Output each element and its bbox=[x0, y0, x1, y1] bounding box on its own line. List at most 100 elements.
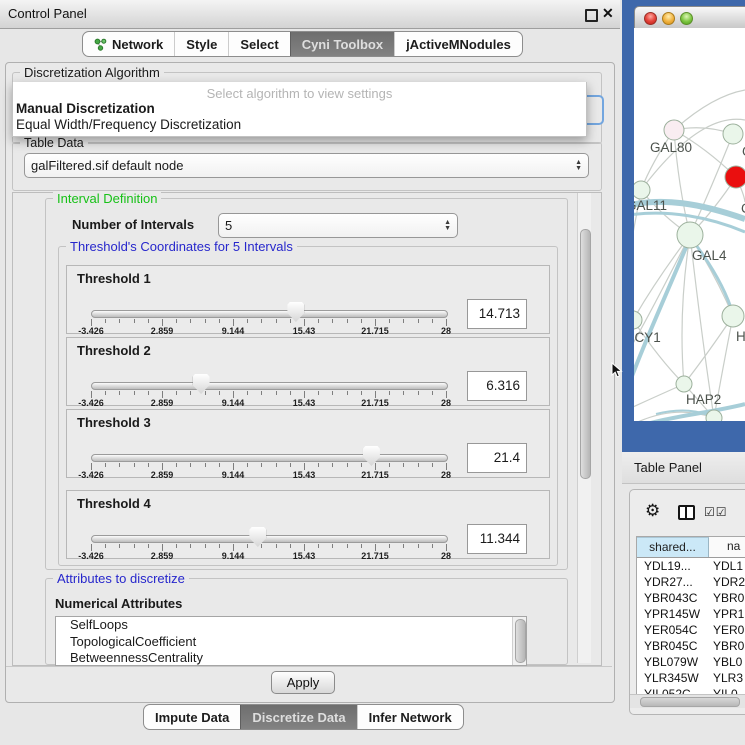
network-node[interactable] bbox=[676, 376, 692, 392]
vertical-scrollbar[interactable] bbox=[577, 193, 591, 663]
cell-shared-name[interactable]: YBL079W bbox=[644, 654, 698, 670]
scrollbar-thumb[interactable] bbox=[640, 697, 740, 707]
cell-name[interactable]: YBL0 bbox=[713, 654, 742, 670]
tick bbox=[332, 463, 333, 467]
tick bbox=[148, 319, 149, 323]
network-node-label: GAL11 bbox=[634, 198, 667, 213]
scrollbar-thumb[interactable] bbox=[515, 619, 526, 663]
close-traffic-light-icon[interactable] bbox=[644, 12, 657, 25]
columns-icon[interactable] bbox=[678, 505, 695, 520]
table-horizontal-scrollbar[interactable] bbox=[630, 694, 745, 708]
network-node[interactable] bbox=[723, 124, 743, 144]
threshold-slider-track[interactable] bbox=[91, 535, 448, 543]
network-edge-highlighted[interactable] bbox=[634, 238, 690, 398]
tick bbox=[347, 319, 348, 323]
network-edge[interactable] bbox=[634, 384, 684, 412]
dropdown-option-manual-discretization[interactable]: Manual Discretization bbox=[16, 101, 155, 116]
list-scrollbar[interactable] bbox=[512, 617, 526, 665]
network-node[interactable] bbox=[706, 410, 722, 421]
select-columns-checkboxes-icon[interactable]: ☑☑ bbox=[704, 505, 728, 519]
threshold-slider-track[interactable] bbox=[91, 382, 448, 390]
cell-shared-name[interactable]: YER054C bbox=[644, 622, 697, 638]
slider-thumb[interactable] bbox=[193, 374, 210, 394]
scrollbar-thumb[interactable] bbox=[580, 229, 591, 479]
network-node[interactable] bbox=[664, 120, 684, 140]
attribute-list-item[interactable]: TopologicalCoefficient bbox=[56, 634, 526, 651]
tab-style[interactable]: Style bbox=[174, 32, 228, 56]
tick bbox=[389, 544, 390, 548]
table-row[interactable]: YBL079W YBL0 bbox=[637, 654, 745, 670]
network-edge[interactable] bbox=[684, 316, 733, 384]
close-icon[interactable]: ✕ bbox=[602, 5, 614, 22]
network-canvas[interactable]: GAL80G.CGAL11GAL4GCY1HHAP2 bbox=[634, 28, 745, 421]
tab-select[interactable]: Select bbox=[228, 32, 289, 56]
tick bbox=[290, 391, 291, 395]
table-row[interactable]: YDR27... YDR2 bbox=[637, 574, 745, 590]
network-node[interactable] bbox=[725, 166, 745, 188]
table-row[interactable]: YLR345W YLR3 bbox=[637, 670, 745, 686]
tick bbox=[105, 544, 106, 548]
tick bbox=[375, 319, 376, 326]
cell-shared-name[interactable]: YDL19... bbox=[644, 558, 691, 574]
tick bbox=[361, 463, 362, 467]
tab-impute-data[interactable]: Impute Data bbox=[144, 705, 240, 729]
cell-shared-name[interactable]: YPR145W bbox=[644, 606, 700, 622]
cell-name[interactable]: YDR2 bbox=[713, 574, 745, 590]
tick bbox=[276, 391, 277, 395]
threshold-value-field[interactable]: 14.713 bbox=[467, 299, 527, 329]
threshold-value-field[interactable]: 6.316 bbox=[467, 371, 527, 401]
threshold-panel: Threshold 3-3.4262.8599.14415.4321.71528… bbox=[66, 409, 550, 478]
column-header-name[interactable]: na bbox=[709, 537, 745, 556]
tick bbox=[304, 544, 305, 551]
tick bbox=[290, 463, 291, 467]
table-row[interactable]: YBR043C YBR0 bbox=[637, 590, 745, 606]
network-node[interactable] bbox=[634, 311, 642, 329]
slider-thumb[interactable] bbox=[363, 446, 380, 466]
cell-name[interactable]: YLR3 bbox=[713, 670, 743, 686]
attribute-list-item[interactable]: SelfLoops bbox=[56, 617, 526, 634]
cell-name[interactable]: YPR1 bbox=[713, 606, 744, 622]
column-header-shared-name[interactable]: shared... bbox=[637, 537, 709, 557]
threshold-slider-track[interactable] bbox=[91, 454, 448, 462]
cell-name[interactable]: YDL1 bbox=[713, 558, 743, 574]
network-node[interactable] bbox=[677, 222, 703, 248]
minimize-traffic-light-icon[interactable] bbox=[662, 12, 675, 25]
cell-shared-name[interactable]: YBR043C bbox=[644, 590, 697, 606]
cell-shared-name[interactable]: YDR27... bbox=[644, 574, 693, 590]
cell-name[interactable]: YBR0 bbox=[713, 638, 744, 654]
gear-icon[interactable]: ⚙ bbox=[645, 502, 660, 519]
network-node-label: GAL80 bbox=[650, 140, 692, 155]
combobox-stepper-icon: ▲▼ bbox=[569, 160, 582, 172]
tab-infer-network[interactable]: Infer Network bbox=[357, 705, 463, 729]
tab-jactivemnodules[interactable]: jActiveMNodules bbox=[394, 32, 522, 56]
network-window-titlebar[interactable] bbox=[634, 6, 745, 30]
cell-shared-name[interactable]: YLR345W bbox=[644, 670, 699, 686]
threshold-value-field[interactable]: 21.4 bbox=[467, 443, 527, 473]
network-node[interactable] bbox=[634, 181, 650, 199]
dropdown-option-equal-width-frequency[interactable]: Equal Width/Frequency Discretization bbox=[16, 117, 241, 132]
tab-discretize-data[interactable]: Discretize Data bbox=[240, 705, 356, 729]
number-of-intervals-combobox[interactable]: 5 ▲▼ bbox=[218, 213, 458, 238]
cell-name[interactable]: YER0 bbox=[713, 622, 744, 638]
float-window-icon[interactable] bbox=[585, 9, 598, 22]
tick bbox=[261, 319, 262, 323]
table-row[interactable]: YDL19... YDL1 bbox=[637, 558, 745, 574]
threshold-slider-track[interactable] bbox=[91, 310, 448, 318]
table-row[interactable]: YPR145W YPR1 bbox=[637, 606, 745, 622]
network-node[interactable] bbox=[722, 305, 744, 327]
slider-thumb[interactable] bbox=[249, 527, 266, 547]
threshold-value-field[interactable]: 11.344 bbox=[467, 524, 527, 554]
tab-network[interactable]: Network bbox=[83, 32, 174, 56]
number-of-intervals-value: 5 bbox=[225, 218, 438, 233]
tick bbox=[389, 319, 390, 323]
table-row[interactable]: YER054C YER0 bbox=[637, 622, 745, 638]
cell-shared-name[interactable]: YBR045C bbox=[644, 638, 697, 654]
zoom-traffic-light-icon[interactable] bbox=[680, 12, 693, 25]
table-row[interactable]: YBR045C YBR0 bbox=[637, 638, 745, 654]
cell-name[interactable]: YBR0 bbox=[713, 590, 744, 606]
attribute-list-item[interactable]: BetweennessCentrality bbox=[56, 650, 526, 666]
table-data-combobox[interactable]: galFiltered.sif default node ▲▼ bbox=[24, 153, 589, 178]
tab-cyni-toolbox[interactable]: Cyni Toolbox bbox=[290, 32, 394, 56]
apply-button[interactable]: Apply bbox=[271, 671, 335, 694]
tick bbox=[233, 319, 234, 326]
